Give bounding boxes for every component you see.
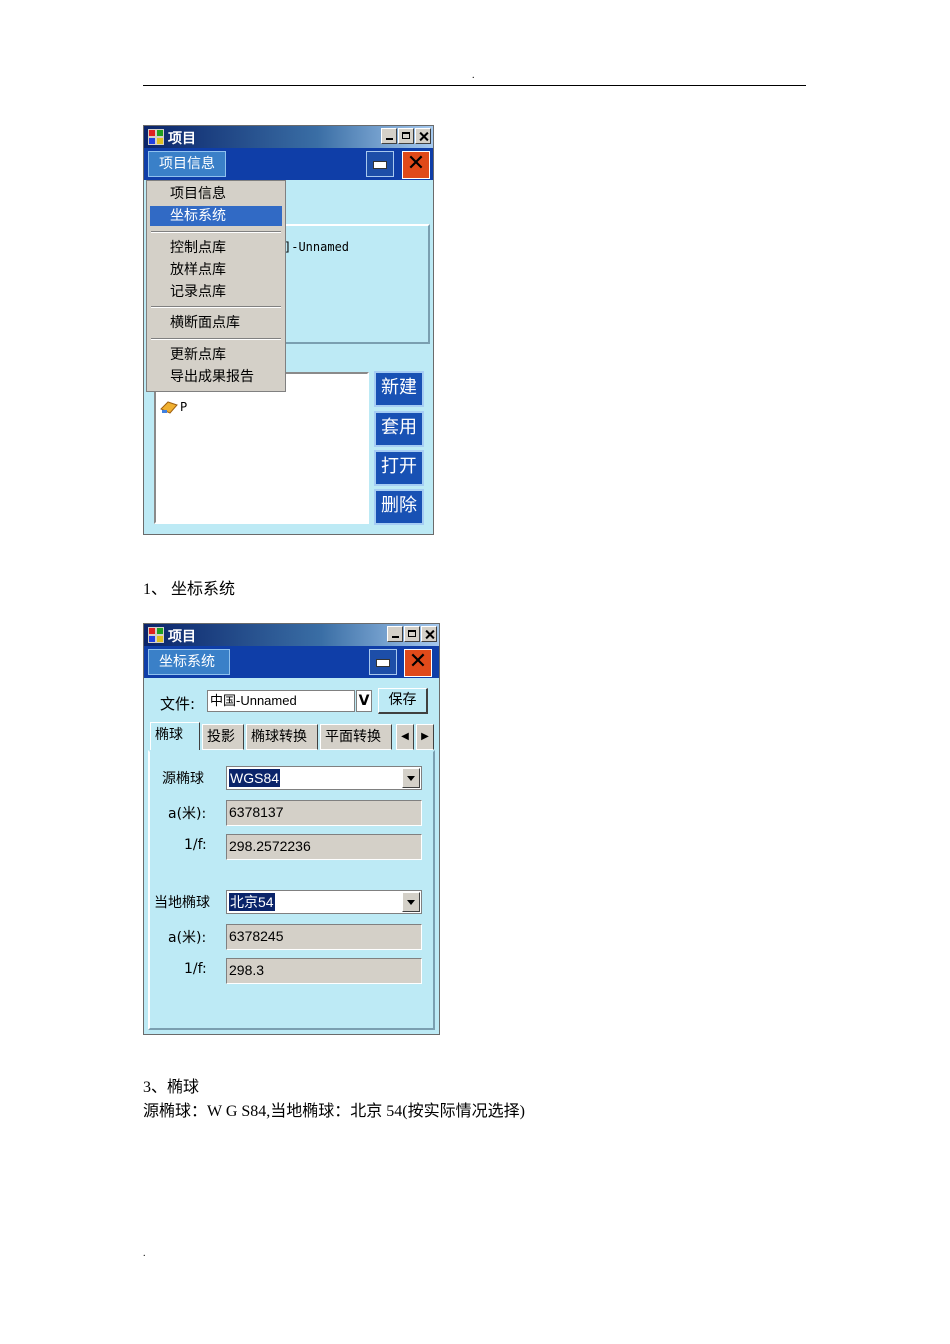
tab-ellipsoid-transform[interactable]: 椭球转换 — [246, 724, 318, 750]
caption-ellipsoid-note: 源椭球：W G S84,当地椭球：北京 54(按实际情况选择) — [143, 1103, 525, 1120]
minimize-button[interactable] — [387, 626, 403, 642]
local-ellipsoid-select[interactable]: 北京54 — [226, 890, 422, 914]
source-a-field: 6378137 — [226, 800, 422, 826]
apply-button[interactable]: 套用 — [374, 411, 424, 447]
project-list[interactable]: P — [154, 372, 369, 524]
window-close-button[interactable] — [415, 128, 431, 144]
open-button[interactable]: 打开 — [374, 450, 424, 486]
window-title: 项目 — [168, 131, 196, 147]
header-mark: . — [472, 70, 475, 81]
tab-strip: 椭球 投影 椭球转换 平面转换 ◀ ▶ — [150, 722, 434, 750]
source-f-label: 1/f: — [184, 837, 207, 853]
folder-icon — [160, 401, 178, 414]
menu-item-stakeout-points[interactable]: 放样点库 — [150, 260, 282, 280]
ellipsoid-panel: 源椭球 WGS84 a(米): 6378137 1/f: 298.2572236… — [148, 750, 435, 1030]
project-name: ]-Unnamed — [284, 240, 350, 254]
app-icon — [148, 627, 164, 643]
menu-title-coordinate-system[interactable]: 坐标系统 — [148, 649, 230, 675]
close-button[interactable]: ✕ — [404, 649, 432, 677]
coordinate-system-window: 项目 坐标系统 ✕ 文件: 中国-Unnamed V 保存 椭球 投影 椭球转换… — [143, 623, 440, 1035]
file-dropdown-button[interactable]: V — [356, 690, 372, 712]
title-bar: 项目 — [144, 624, 439, 646]
local-a-label: a(米): — [168, 930, 207, 946]
menu-item-control-points[interactable]: 控制点库 — [150, 238, 282, 258]
menu-item-update-points[interactable]: 更新点库 — [150, 345, 282, 365]
chevron-down-icon[interactable] — [402, 892, 420, 912]
source-ellipsoid-value: WGS84 — [229, 769, 281, 787]
menu-item-project-info[interactable]: 项目信息 — [150, 184, 282, 204]
menu-bar: 坐标系统 ✕ — [144, 646, 439, 678]
window-close-button[interactable] — [421, 626, 437, 642]
tab-scroll-right-icon[interactable]: ▶ — [416, 724, 434, 750]
minimize-button[interactable] — [381, 128, 397, 144]
local-f-label: 1/f: — [184, 961, 207, 977]
close-button[interactable]: ✕ — [402, 151, 430, 179]
maximize-button[interactable] — [404, 626, 420, 642]
header-rule — [143, 85, 806, 86]
app-icon — [148, 129, 164, 145]
footer-mark: . — [143, 1248, 146, 1259]
local-f-field: 298.3 — [226, 958, 422, 984]
menu-separator — [151, 338, 281, 340]
source-ellipsoid-select[interactable]: WGS84 — [226, 766, 422, 790]
menu-item-coordinate-system[interactable]: 坐标系统 — [150, 206, 282, 226]
maximize-button[interactable] — [398, 128, 414, 144]
source-ellipsoid-label: 源椭球 — [162, 771, 204, 787]
project-window: 项目 项目信息 ✕ ]-Unnamed P 新建 套用 打开 删除 项目信息 坐… — [143, 125, 434, 535]
save-button[interactable]: 保存 — [378, 688, 428, 714]
list-item-label: P — [180, 400, 188, 414]
file-input[interactable]: 中国-Unnamed — [207, 690, 355, 712]
local-a-field: 6378245 — [226, 924, 422, 950]
tab-projection[interactable]: 投影 — [202, 724, 244, 750]
delete-button[interactable]: 删除 — [374, 489, 424, 525]
window-title: 项目 — [168, 629, 196, 645]
title-bar: 项目 — [144, 126, 433, 148]
tab-ellipsoid[interactable]: 椭球 — [150, 722, 200, 750]
caption-ellipsoid: 3、椭球 — [143, 1079, 200, 1096]
tab-plane-transform[interactable]: 平面转换 — [320, 724, 392, 750]
menu-bar: 项目信息 ✕ — [144, 148, 433, 180]
tab-scroll-left-icon[interactable]: ◀ — [396, 724, 414, 750]
project-dropdown-menu: 项目信息 坐标系统 控制点库 放样点库 记录点库 横断面点库 更新点库 导出成果… — [146, 180, 286, 392]
caption-coordinate-system: 1、 坐标系统 — [143, 581, 236, 598]
file-label: 文件: — [160, 695, 196, 713]
menu-separator — [151, 231, 281, 233]
new-button[interactable]: 新建 — [374, 371, 424, 407]
menu-separator — [151, 306, 281, 308]
source-a-label: a(米): — [168, 806, 207, 822]
list-item[interactable]: P — [160, 398, 187, 416]
keyboard-icon[interactable] — [369, 649, 397, 675]
keyboard-icon[interactable] — [366, 151, 394, 177]
menu-item-export-report[interactable]: 导出成果报告 — [150, 367, 282, 387]
local-ellipsoid-value: 北京54 — [229, 893, 275, 911]
local-ellipsoid-label: 当地椭球 — [154, 895, 210, 911]
source-f-field: 298.2572236 — [226, 834, 422, 860]
menu-item-cross-section-points[interactable]: 横断面点库 — [150, 313, 282, 333]
menu-item-record-points[interactable]: 记录点库 — [150, 282, 282, 302]
menu-title-project-info[interactable]: 项目信息 — [148, 151, 226, 177]
chevron-down-icon[interactable] — [402, 768, 420, 788]
